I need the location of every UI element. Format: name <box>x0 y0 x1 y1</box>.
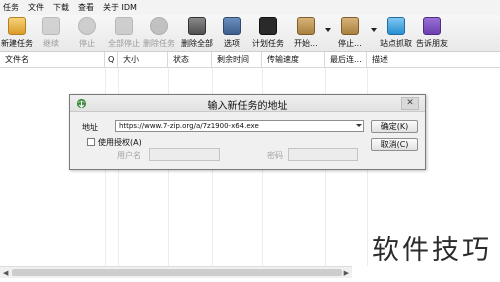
column-size[interactable]: 大小 <box>118 52 168 68</box>
column-last-try[interactable]: 最后连... <box>325 52 367 68</box>
new-task-label: 新建任务 <box>1 39 33 48</box>
options-button[interactable]: 选项 <box>223 17 241 49</box>
horizontal-scrollbar[interactable]: ◀ ▶ <box>0 266 352 278</box>
new-task-button[interactable]: 新建任务 <box>1 17 33 49</box>
stop-all-icon <box>115 17 133 35</box>
delete-task-button[interactable]: 删除任务 <box>143 17 175 49</box>
site-grabber-icon <box>387 17 405 35</box>
scrollbar-thumb[interactable] <box>12 269 342 276</box>
tell-friend-label: 告诉朋友 <box>416 39 448 48</box>
stop-all-button[interactable]: 全部停止 <box>108 17 140 49</box>
menu-file[interactable]: 文件 <box>28 2 44 13</box>
options-label: 选项 <box>224 39 240 48</box>
column-time-left[interactable]: 剩余时间 <box>212 52 262 68</box>
stop-queue-icon <box>340 17 359 35</box>
stop-all-label: 全部停止 <box>108 39 140 48</box>
column-description[interactable]: 描述 <box>367 52 500 68</box>
address-dropdown-icon[interactable] <box>356 124 362 127</box>
username-label: 用户名 <box>117 151 141 160</box>
stop-queue-button[interactable]: 停止... <box>338 17 362 49</box>
address-label: 地址 <box>82 123 98 132</box>
use-auth-label[interactable]: 使用授权(A) <box>98 137 142 148</box>
tell-friend-button[interactable]: 告诉朋友 <box>416 17 448 49</box>
start-queue-button[interactable]: 开始... <box>294 17 318 49</box>
password-field[interactable] <box>288 148 358 161</box>
start-queue-icon <box>296 17 315 35</box>
tell-friend-icon <box>423 17 441 35</box>
username-field[interactable] <box>149 148 220 161</box>
column-transfer-rate[interactable]: 传输速度 <box>262 52 325 68</box>
toolbar: 新建任务 继续 停止 全部停止 删除任务 删除全部 选项 计划任务 开始... … <box>0 15 500 52</box>
column-status[interactable]: 状态 <box>168 52 212 68</box>
menu-bar: 任务 文件 下载 查看 关于 IDM <box>0 0 500 15</box>
stop-icon <box>78 17 96 35</box>
dialog-title: 输入新任务的地址 <box>207 101 288 112</box>
scroll-right-icon[interactable]: ▶ <box>344 269 349 277</box>
download-list-header: 文件名 Q 大小 状态 剩余时间 传输速度 最后连... 描述 <box>0 52 500 68</box>
delete-task-icon <box>150 17 168 35</box>
start-queue-label: 开始... <box>294 39 318 48</box>
column-queue[interactable]: Q <box>105 52 118 68</box>
delete-task-label: 删除任务 <box>143 39 175 48</box>
delete-all-button[interactable]: 删除全部 <box>181 17 213 49</box>
ok-button[interactable]: 确定(K) <box>371 120 418 133</box>
delete-all-icon <box>188 17 206 35</box>
resume-icon <box>42 17 60 35</box>
menu-download[interactable]: 下载 <box>53 2 69 13</box>
scheduler-button[interactable]: 计划任务 <box>252 17 284 49</box>
scheduler-label: 计划任务 <box>252 39 284 48</box>
stop-queue-dropdown-icon[interactable] <box>371 28 377 32</box>
site-grabber-button[interactable]: 站点抓取 <box>380 17 412 49</box>
column-filename[interactable]: 文件名 <box>0 52 105 68</box>
dialog-title-bar[interactable]: 输入新任务的地址 ✕ <box>70 95 425 112</box>
resume-button[interactable]: 继续 <box>42 17 60 49</box>
new-task-icon <box>8 17 26 35</box>
menu-view[interactable]: 查看 <box>78 2 94 13</box>
menu-about[interactable]: 关于 IDM <box>103 2 137 13</box>
use-auth-checkbox[interactable] <box>87 138 95 146</box>
menu-task[interactable]: 任务 <box>3 2 19 13</box>
scheduler-icon <box>259 17 277 35</box>
close-icon[interactable]: ✕ <box>401 97 419 110</box>
wrench-icon <box>223 17 241 35</box>
delete-all-label: 删除全部 <box>181 39 213 48</box>
new-task-address-dialog: 输入新任务的地址 ✕ 地址 https://www.7-zip.org/a/7z… <box>69 94 426 170</box>
scroll-left-icon[interactable]: ◀ <box>3 269 8 277</box>
stop-button[interactable]: 停止 <box>78 17 96 49</box>
site-grabber-label: 站点抓取 <box>380 39 412 48</box>
stop-label: 停止 <box>79 39 95 48</box>
watermark-text: 软件技巧 <box>372 235 492 266</box>
address-input[interactable]: https://www.7-zip.org/a/7z1900-x64.exe <box>115 120 364 132</box>
cancel-button[interactable]: 取消(C) <box>371 138 418 151</box>
stop-queue-label: 停止... <box>338 39 362 48</box>
start-queue-dropdown-icon[interactable] <box>325 28 331 32</box>
resume-label: 继续 <box>43 39 59 48</box>
password-label: 密码 <box>267 151 283 160</box>
